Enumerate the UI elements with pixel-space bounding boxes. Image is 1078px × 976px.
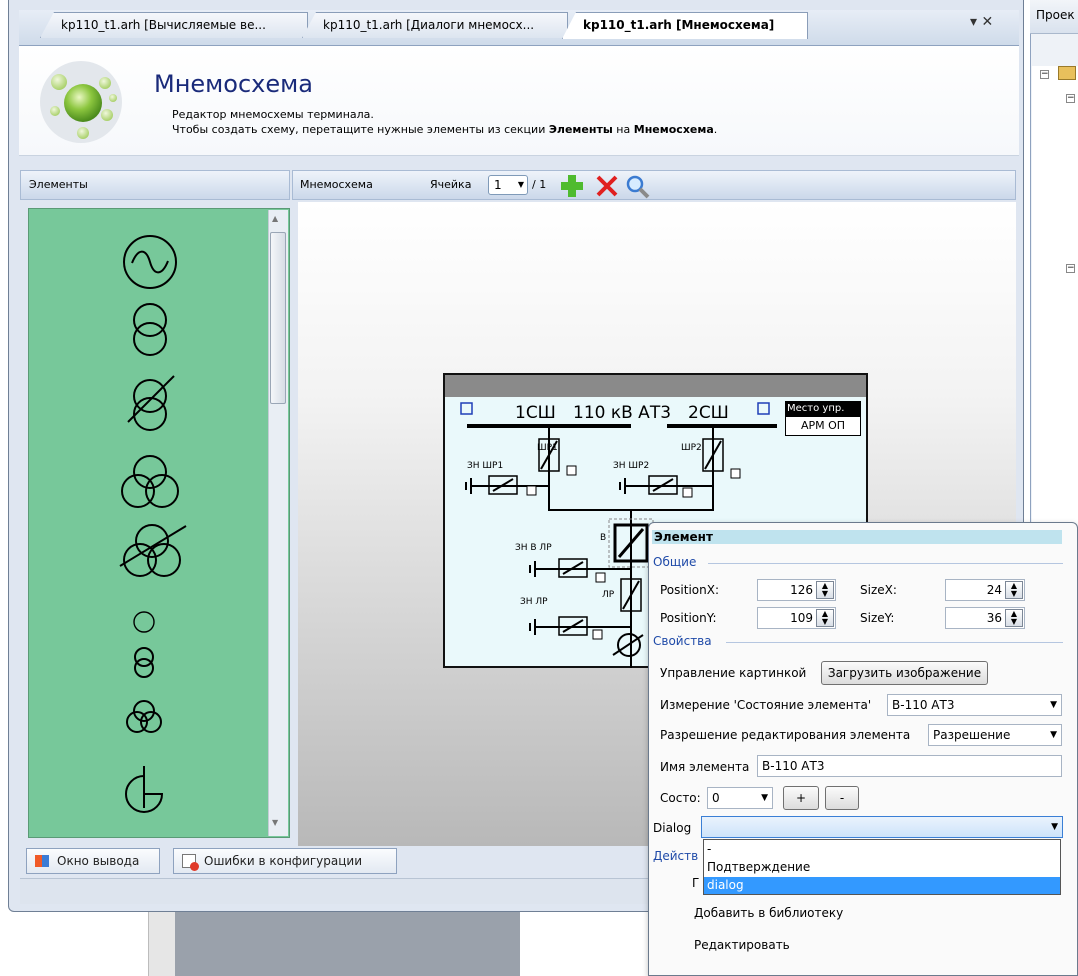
state-remove-button[interactable]: -	[825, 786, 859, 810]
tab-config-errors[interactable]: Ошибки в конфигурации	[173, 848, 397, 874]
tab-mnemoscheme[interactable]: kp110_t1.arh [Мнемосхема]	[562, 12, 808, 39]
cell-select[interactable]: 1 ▼	[488, 175, 528, 195]
output-window-icon	[35, 855, 49, 867]
edit-permission-select[interactable]: Разрешение ▼	[928, 724, 1062, 746]
state-label: Состо:	[660, 791, 701, 805]
edit-action[interactable]: Редактировать	[694, 938, 790, 952]
action-partial[interactable]: Г	[692, 876, 699, 890]
spinner-arrows-icon[interactable]: ▲ ▼	[1005, 609, 1023, 627]
element-name-label: Имя элемента	[660, 760, 750, 774]
schema-toolbar-title: Мнемосхема	[300, 178, 373, 191]
state-select[interactable]: 0 ▼	[707, 787, 773, 809]
cell-label: Ячейка	[430, 178, 472, 191]
reactor-symbol-icon[interactable]	[125, 766, 164, 813]
page-header	[19, 46, 1019, 156]
section-general: Общие	[653, 555, 697, 569]
cell-total: / 1	[532, 178, 547, 191]
tree-collapse-icon[interactable]: −	[1040, 70, 1049, 79]
scroll-down-icon[interactable]: ▼	[272, 818, 278, 827]
transformer-symbol-icon[interactable]	[133, 303, 167, 356]
section-divider	[726, 642, 1063, 643]
position-y-label: PositionY:	[660, 611, 717, 625]
spinner-arrows-icon[interactable]: ▲ ▼	[816, 581, 834, 599]
position-y-spinner[interactable]: 109 ▲ ▼	[757, 607, 836, 629]
chevron-down-icon: ▼	[1050, 730, 1057, 740]
load-image-button[interactable]: Загрузить изображение	[821, 661, 988, 685]
size-x-spinner[interactable]: 24 ▲ ▼	[945, 579, 1025, 601]
scroll-up-icon[interactable]: ▲	[272, 214, 278, 223]
dropdown-option[interactable]: -	[704, 841, 1060, 858]
small-transformer-symbol-icon[interactable]	[134, 647, 154, 678]
tab-output-window[interactable]: Окно вывода	[26, 848, 160, 874]
element-symbols	[119, 235, 187, 813]
schema-toolbar-actions	[561, 175, 650, 199]
section-properties: Свойства	[653, 634, 712, 648]
bus2-checkbox-icon	[757, 402, 770, 415]
measure-label: Измерение 'Состояние элемента'	[660, 698, 872, 712]
chevron-down-icon: ▼	[761, 793, 768, 803]
spinner-arrows-icon[interactable]: ▲ ▼	[816, 609, 834, 627]
picture-control-label: Управление картинкой	[660, 666, 807, 680]
dialog-dropdown-list: - Подтверждение dialog	[703, 839, 1061, 895]
tree-collapse-icon[interactable]: −	[1066, 264, 1075, 273]
size-y-label: SizeY:	[860, 611, 895, 625]
state-add-button[interactable]: +	[783, 786, 819, 810]
element-name-input[interactable]: В-110 АТ3	[757, 755, 1062, 777]
measure-select[interactable]: В-110 АТ3 ▼	[887, 694, 1062, 716]
elements-scrollbar-thumb[interactable]	[270, 232, 286, 404]
config-errors-icon	[182, 854, 199, 871]
dropdown-option-selected[interactable]: dialog	[704, 877, 1060, 894]
section-actions: Действ	[653, 849, 699, 863]
dropdown-option[interactable]: Подтверждение	[704, 859, 1060, 876]
size-x-label: SizeX:	[860, 583, 897, 597]
generator-symbol-icon[interactable]	[123, 235, 177, 289]
background-window-content	[175, 912, 520, 976]
tab-menu-close-buttons[interactable]: ▾ ✕	[970, 14, 1020, 36]
edit-permission-label: Разрешение редактирования элемента	[660, 728, 911, 742]
small-three-winding-symbol-icon[interactable]	[126, 700, 162, 733]
add-icon[interactable]	[561, 175, 583, 197]
tree-collapse-icon[interactable]: −	[1066, 94, 1075, 103]
add-to-library-action[interactable]: Добавить в библиотеку	[694, 906, 843, 920]
page-instructions: Чтобы создать схему, перетащите нужные э…	[172, 123, 718, 136]
page-description: Редактор мнемосхемы терминала.	[172, 108, 374, 121]
dialog-label: Dialog	[653, 821, 692, 835]
connection-point-symbol-icon[interactable]	[133, 611, 155, 633]
three-winding-transformer-symbol-icon[interactable]	[121, 455, 179, 508]
transformer-regulated-symbol-icon[interactable]	[127, 375, 175, 431]
zoom-icon[interactable]	[626, 175, 650, 199]
chevron-down-icon: ▼	[1051, 822, 1058, 832]
tab-calculated-values[interactable]: kp110_t1.arh [Вычисляемые ве...	[40, 12, 308, 38]
size-y-spinner[interactable]: 36 ▲ ▼	[945, 607, 1025, 629]
properties-title: Элемент	[652, 530, 1062, 544]
delete-icon[interactable]	[596, 175, 618, 197]
mnemoscheme-logo-icon	[40, 61, 122, 143]
three-winding-regulated-symbol-icon[interactable]	[119, 524, 187, 577]
project-panel-header: Проек	[1030, 0, 1078, 34]
folder-icon	[1058, 66, 1076, 80]
bus1-checkbox-icon	[460, 402, 473, 415]
position-x-label: PositionX:	[660, 583, 719, 597]
elements-panel-header: Элементы	[20, 170, 290, 200]
spinner-arrows-icon[interactable]: ▲ ▼	[1005, 581, 1023, 599]
dialog-select[interactable]: ▼	[701, 816, 1063, 838]
page-title: Мнемосхема	[154, 70, 313, 98]
position-x-spinner[interactable]: 126 ▲ ▼	[757, 579, 836, 601]
chevron-down-icon: ▼	[1050, 700, 1057, 710]
tab-dialogs[interactable]: kp110_t1.arh [Диалоги мнемосх...	[302, 12, 568, 38]
section-divider	[708, 563, 1063, 564]
